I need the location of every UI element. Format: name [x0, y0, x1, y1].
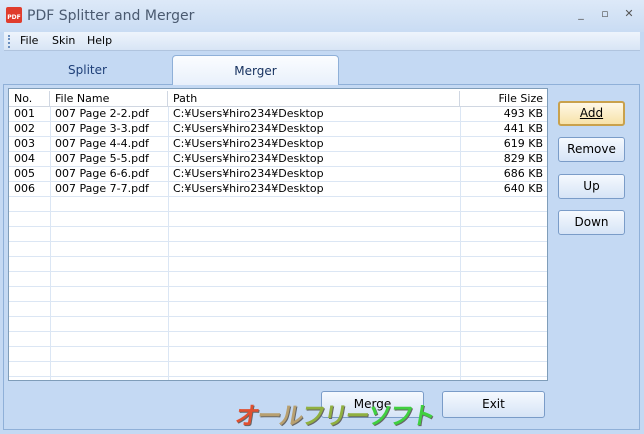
- cell-no: 006: [14, 182, 35, 195]
- cell-path: C:¥Users¥hiro234¥Desktop: [173, 137, 324, 150]
- cell-file-size: 686 KB: [503, 167, 543, 180]
- close-icon[interactable]: ✕: [620, 7, 638, 23]
- cell-file-name: 007 Page 2-2.pdf: [55, 107, 149, 120]
- cell-file-size: 829 KB: [503, 152, 543, 165]
- empty-row: [9, 332, 547, 347]
- cell-file-name: 007 Page 3-3.pdf: [55, 122, 149, 135]
- add-button[interactable]: Add: [558, 101, 625, 126]
- menu-file[interactable]: File: [20, 34, 38, 47]
- empty-row: [9, 212, 547, 227]
- menu-skin[interactable]: Skin: [52, 34, 75, 47]
- empty-row: [9, 317, 547, 332]
- empty-row: [9, 302, 547, 317]
- empty-row: [9, 197, 547, 212]
- col-no[interactable]: No.: [9, 91, 50, 106]
- empty-row: [9, 242, 547, 257]
- cell-file-name: 007 Page 7-7.pdf: [55, 182, 149, 195]
- cell-path: C:¥Users¥hiro234¥Desktop: [173, 152, 324, 165]
- empty-row: [9, 227, 547, 242]
- remove-button[interactable]: Remove: [558, 137, 625, 162]
- down-button[interactable]: Down: [558, 210, 625, 235]
- empty-row: [9, 287, 547, 302]
- empty-row: [9, 257, 547, 272]
- cell-no: 003: [14, 137, 35, 150]
- table-row[interactable]: 005 007 Page 6-6.pdf C:¥Users¥hiro234¥Desk…: [9, 167, 547, 182]
- toolbar-grip[interactable]: [8, 35, 10, 48]
- table-row[interactable]: 006 007 Page 7-7.pdf C:¥Users¥hiro234¥Desk…: [9, 182, 547, 197]
- empty-row: [9, 272, 547, 287]
- window-title: PDF Splitter and Merger: [27, 8, 195, 24]
- minimize-icon[interactable]: _: [572, 7, 590, 23]
- cell-path: C:¥Users¥hiro234¥Desktop: [173, 107, 324, 120]
- empty-row: [9, 362, 547, 377]
- table-row[interactable]: 004 007 Page 5-5.pdf C:¥Users¥hiro234¥Desk…: [9, 152, 547, 167]
- watermark-logo: オールフリーソフト: [233, 402, 437, 430]
- cell-path: C:¥Users¥hiro234¥Desktop: [173, 122, 324, 135]
- cell-file-size: 493 KB: [503, 107, 543, 120]
- up-button[interactable]: Up: [558, 174, 625, 199]
- table-row[interactable]: 003 007 Page 4-4.pdf C:¥Users¥hiro234¥Desk…: [9, 137, 547, 152]
- title-bar: PDF PDF Splitter and Merger _ ▫ ✕: [0, 0, 644, 32]
- cell-path: C:¥Users¥hiro234¥Desktop: [173, 167, 324, 180]
- menu-bar: File Skin Help: [4, 32, 640, 51]
- cell-no: 002: [14, 122, 35, 135]
- cell-file-name: 007 Page 6-6.pdf: [55, 167, 149, 180]
- cell-file-size: 619 KB: [503, 137, 543, 150]
- col-path[interactable]: Path: [168, 91, 460, 106]
- cell-file-name: 007 Page 5-5.pdf: [55, 152, 149, 165]
- list-header: No. File Name Path File Size: [9, 89, 547, 107]
- cell-no: 001: [14, 107, 35, 120]
- file-list[interactable]: No. File Name Path File Size 001 007 Page…: [8, 88, 548, 381]
- cell-no: 005: [14, 167, 35, 180]
- cell-file-size: 441 KB: [503, 122, 543, 135]
- col-file-name[interactable]: File Name: [50, 91, 168, 106]
- cell-path: C:¥Users¥hiro234¥Desktop: [173, 182, 324, 195]
- tab-spliter[interactable]: Spliter: [6, 55, 169, 85]
- empty-row: [9, 347, 547, 362]
- cell-no: 004: [14, 152, 35, 165]
- col-file-size[interactable]: File Size: [460, 91, 547, 106]
- cell-file-size: 640 KB: [503, 182, 543, 195]
- add-label: Add: [579, 106, 604, 120]
- app-icon: PDF: [6, 7, 22, 23]
- table-row[interactable]: 001 007 Page 2-2.pdf C:¥Users¥hiro234¥Desk…: [9, 107, 547, 122]
- menu-help[interactable]: Help: [87, 34, 112, 47]
- table-row[interactable]: 002 007 Page 3-3.pdf C:¥Users¥hiro234¥Desk…: [9, 122, 547, 137]
- maximize-icon[interactable]: ▫: [596, 7, 614, 23]
- tab-merger[interactable]: Merger: [172, 55, 339, 85]
- cell-file-name: 007 Page 4-4.pdf: [55, 137, 149, 150]
- exit-button[interactable]: Exit: [442, 391, 545, 418]
